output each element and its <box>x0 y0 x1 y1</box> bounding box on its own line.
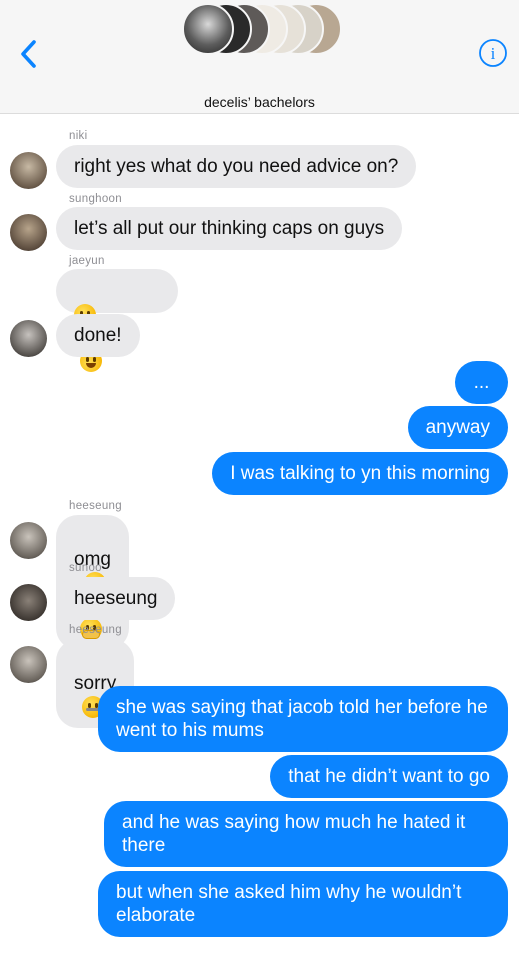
sender-name: jaeyun <box>69 255 105 267</box>
message-bubble[interactable]: ... <box>455 361 508 404</box>
message-bubble[interactable]: she was saying that jacob told her befor… <box>98 686 508 752</box>
sender-name: sunghoon <box>69 193 122 205</box>
avatar[interactable] <box>10 522 47 559</box>
avatar[interactable] <box>10 646 47 683</box>
avatar[interactable] <box>10 320 47 357</box>
message-bubble[interactable]: done! <box>56 314 140 357</box>
message-bubble[interactable]: but when she asked him why he wouldn’t e… <box>98 871 508 937</box>
avatar <box>182 3 234 55</box>
svg-text:i: i <box>491 44 496 63</box>
group-avatar-stack[interactable] <box>182 3 342 57</box>
message-bubble[interactable]: heeseung <box>56 577 176 620</box>
sender-name: sunoo <box>69 562 102 574</box>
message-bubble[interactable]: right yes what do you need advice on? <box>56 145 417 188</box>
emoji-message-bubble[interactable] <box>56 269 178 372</box>
avatar[interactable] <box>10 214 47 251</box>
chevron-left-icon[interactable] <box>16 38 42 70</box>
sender-name: heeseung <box>69 500 122 512</box>
group-title[interactable]: decelis’ bachelors <box>0 94 519 110</box>
info-icon[interactable]: i <box>478 38 508 68</box>
sender-name: heeseung <box>69 624 122 636</box>
message-bubble[interactable]: and he was saying how much he hated it t… <box>104 801 508 867</box>
message-bubble[interactable]: let’s all put our thinking caps on guys <box>56 207 403 250</box>
message-thread[interactable]: niki right yes what do you need advice o… <box>0 114 519 960</box>
message-bubble[interactable]: that he didn’t want to go <box>270 755 508 798</box>
sender-name: niki <box>69 130 88 142</box>
message-bubble[interactable]: I was talking to yn this morning <box>212 452 508 495</box>
avatar[interactable] <box>10 152 47 189</box>
message-bubble[interactable]: anyway <box>407 406 508 449</box>
avatar[interactable] <box>10 584 47 621</box>
chat-header: i decelis’ bachelors <box>0 0 519 114</box>
